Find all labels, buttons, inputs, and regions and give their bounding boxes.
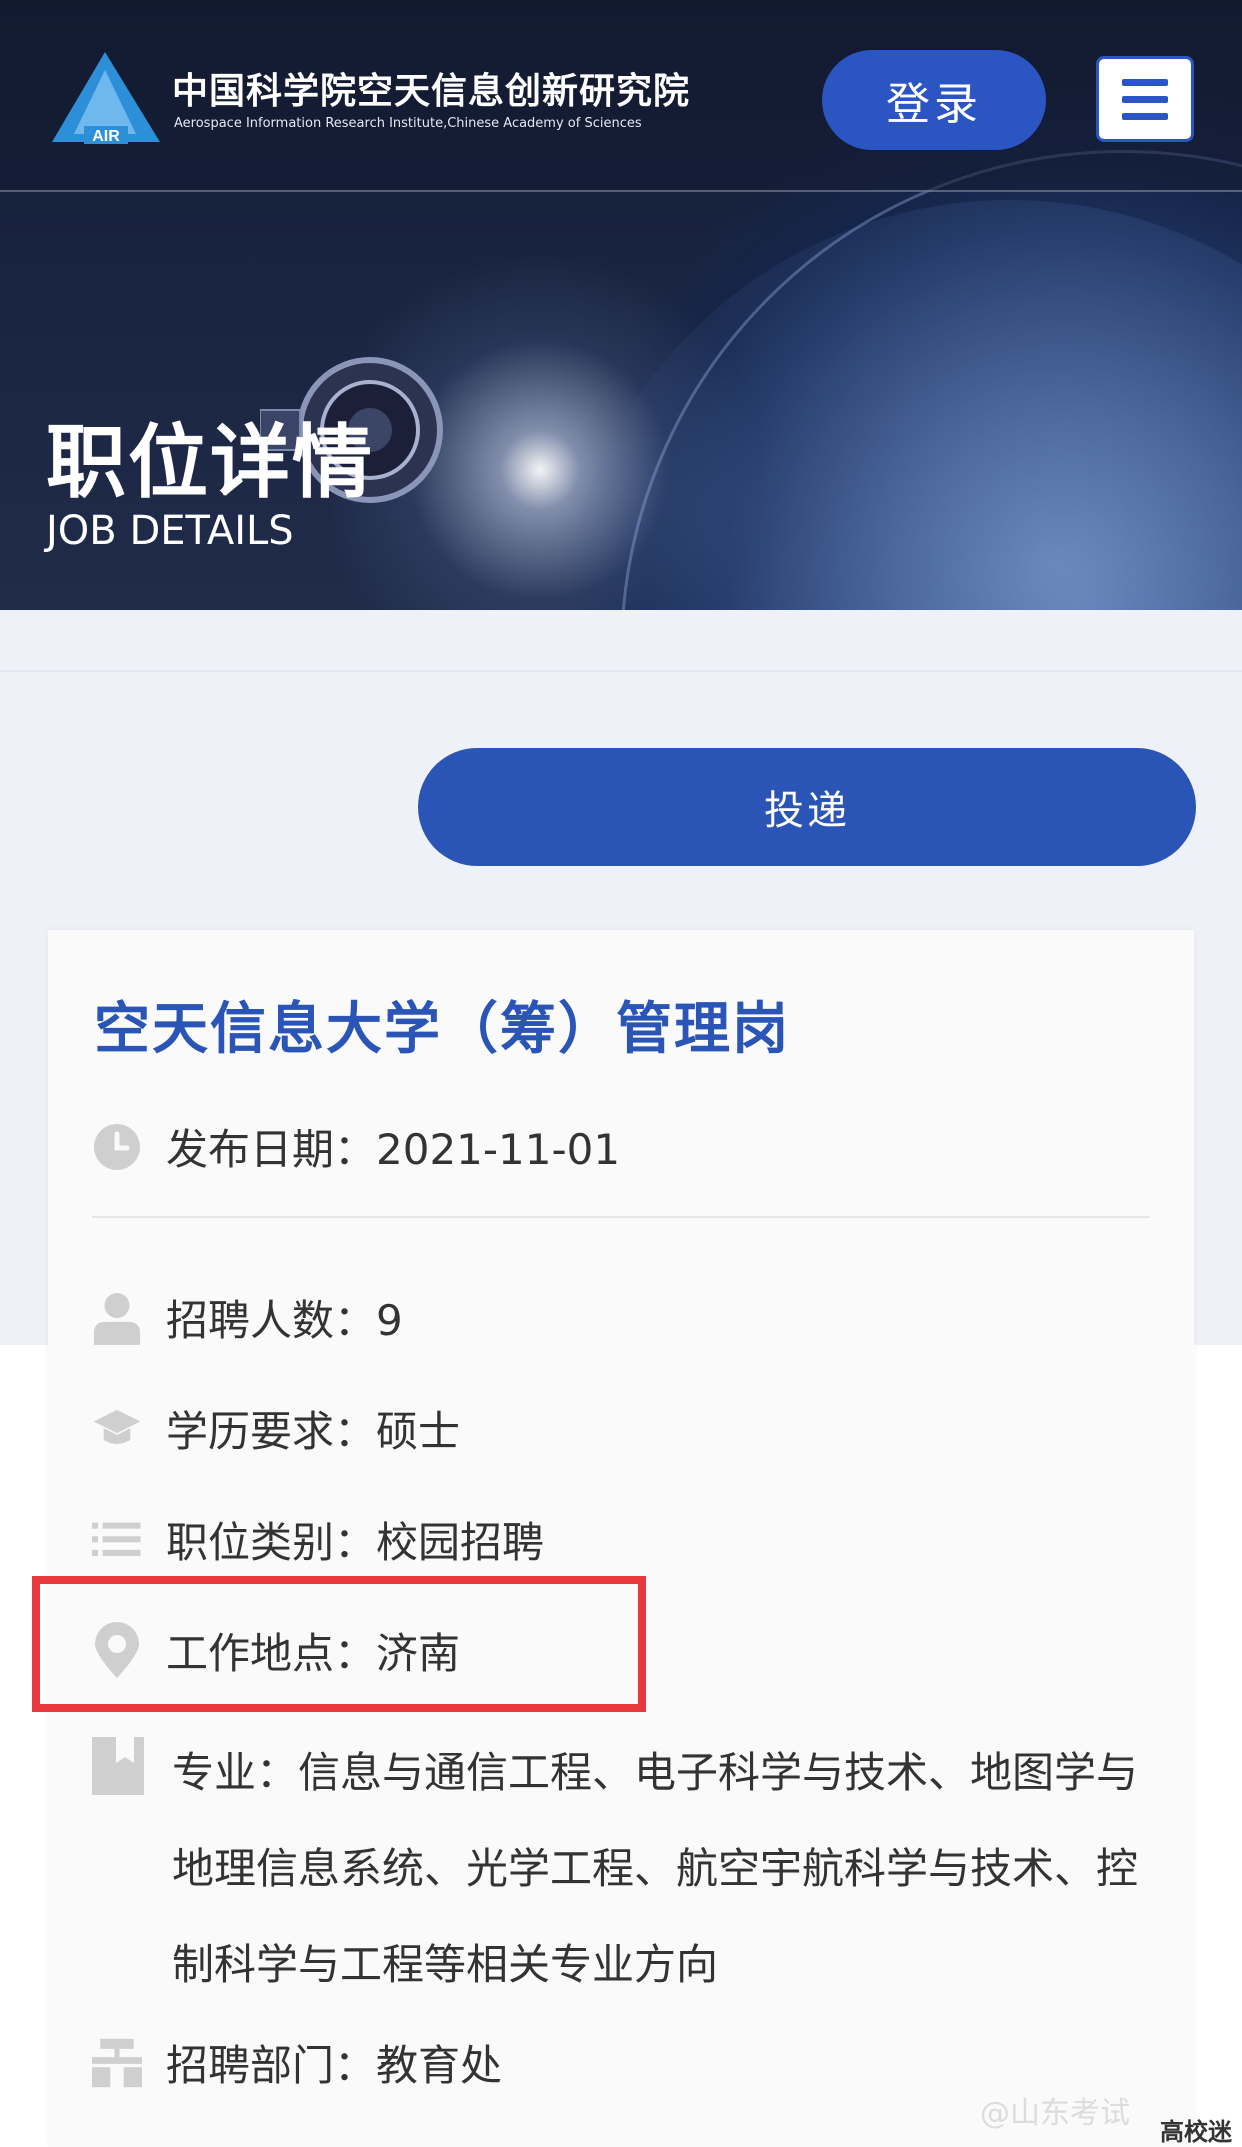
- publish-date-row: 发布日期：2021-11-01: [92, 1116, 620, 1177]
- divider: [0, 670, 1242, 672]
- clock-icon: [92, 1122, 142, 1172]
- divider: [92, 1216, 1150, 1218]
- air-logo-icon[interactable]: AIR: [44, 50, 166, 150]
- hero-banner: AIR 中国科学院空天信息创新研究院 Aerospace Information…: [0, 0, 1242, 610]
- hamburger-menu-icon[interactable]: [1096, 56, 1194, 142]
- org-chart-icon: [92, 2038, 142, 2088]
- bookmark-icon: [92, 1737, 144, 1799]
- apply-button[interactable]: 投递: [418, 748, 1196, 866]
- page-subtitle: JOB DETAILS: [46, 508, 294, 554]
- publish-date: 发布日期：2021-11-01: [166, 1125, 621, 1174]
- major-line-1: 专业：信息与通信工程、电子科学与技术、地图学与: [172, 1748, 1139, 1797]
- education-row: 学历要求：硕士: [92, 1398, 460, 1459]
- major-line-2: 地理信息系统、光学工程、航空宇航科学与技术、控: [172, 1844, 1139, 1893]
- org-name-cn: 中国科学院空天信息创新研究院: [172, 71, 691, 112]
- site-header: AIR 中国科学院空天信息创新研究院 Aerospace Information…: [0, 0, 1242, 192]
- logo-text: AIR: [92, 128, 120, 145]
- menu-line: [1122, 112, 1168, 120]
- department: 招聘部门：教育处: [166, 2041, 503, 2090]
- location-highlight-box: [32, 1576, 646, 1712]
- login-button[interactable]: 登录: [822, 50, 1046, 150]
- major-text: 专业：信息与通信工程、电子科学与技术、地图学与 地理信息系统、光学工程、航空宇航…: [172, 1725, 1162, 2013]
- headcount: 招聘人数：9: [166, 1296, 403, 1345]
- list-icon: [92, 1515, 142, 1565]
- job-title: 空天信息大学（筹）管理岗: [94, 997, 790, 1062]
- page-title: 职位详情: [46, 416, 374, 509]
- category-row: 职位类别：校园招聘: [92, 1509, 544, 1570]
- org-name-en: Aerospace Information Research Institute…: [174, 116, 642, 131]
- education: 学历要求：硕士: [166, 1407, 461, 1456]
- person-icon: [92, 1292, 142, 1345]
- headcount-row: 招聘人数：9: [92, 1287, 403, 1348]
- category: 职位类别：校园招聘: [166, 1518, 545, 1567]
- department-row: 招聘部门：教育处: [92, 2032, 502, 2093]
- watermark-text: @山东考试: [980, 2096, 1130, 2131]
- watermark-brand: 高校迷: [1160, 2118, 1232, 2146]
- menu-line: [1122, 95, 1168, 103]
- graduation-cap-icon: [92, 1404, 142, 1454]
- menu-line: [1122, 78, 1168, 86]
- planet-edge: [620, 150, 1242, 610]
- major-line-3: 制科学与工程等相关专业方向: [172, 1940, 719, 1989]
